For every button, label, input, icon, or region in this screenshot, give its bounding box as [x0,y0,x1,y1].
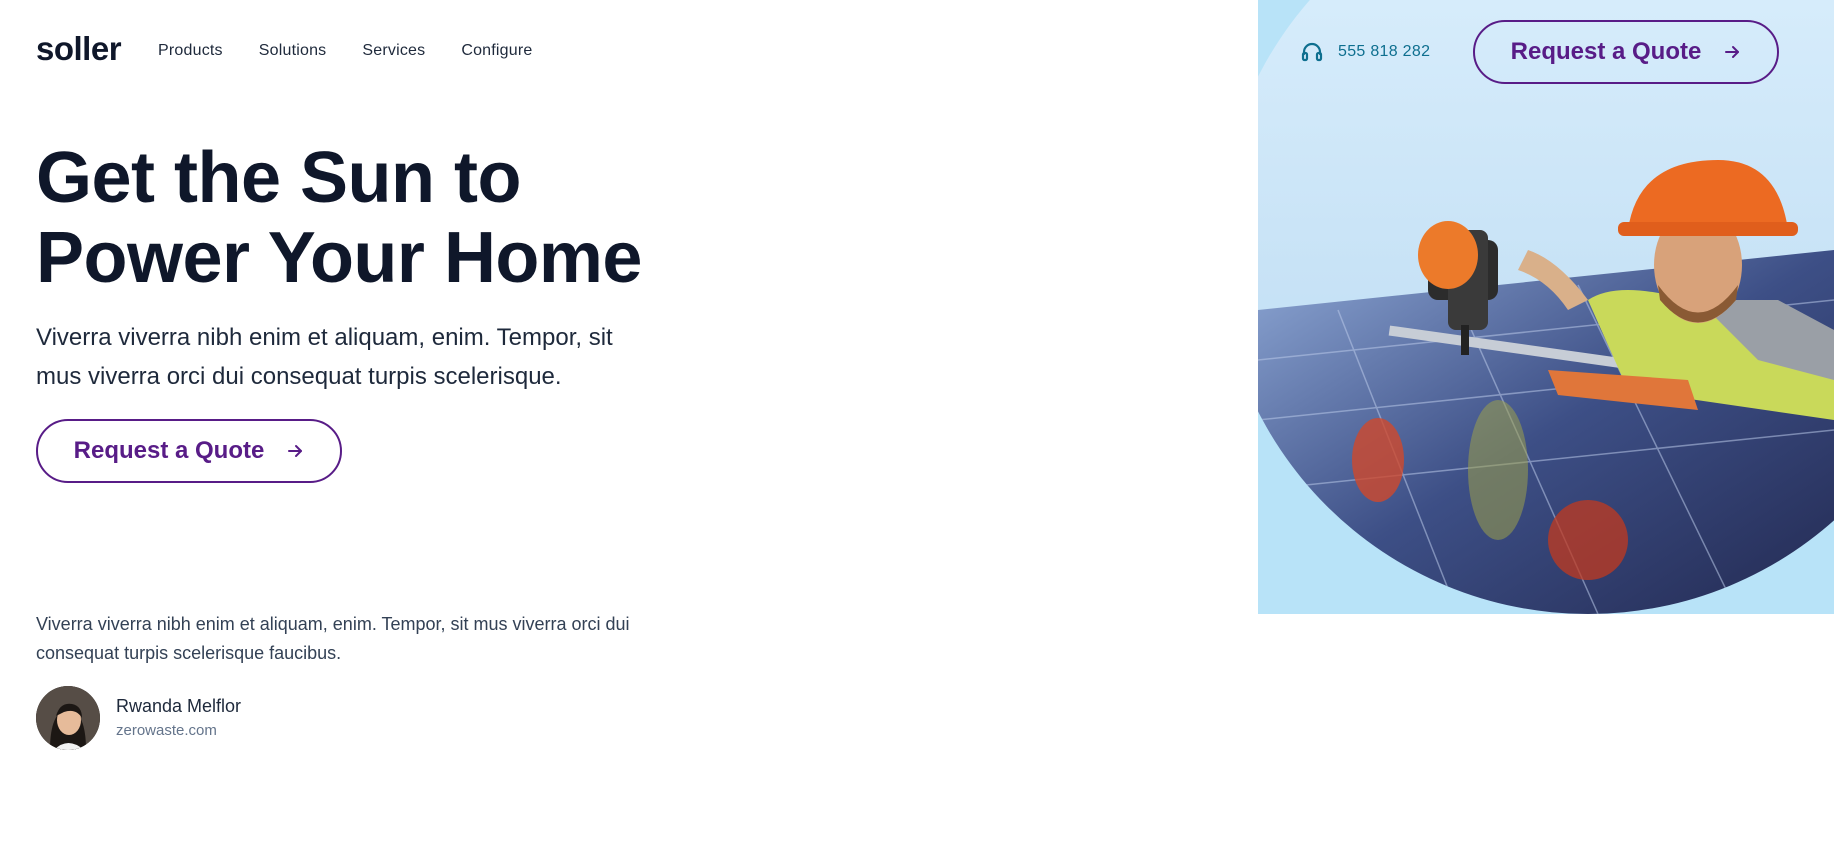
headset-icon [1301,42,1323,62]
testimonial-quote: Viverra viverra nibh enim et aliquam, en… [36,614,630,663]
logo[interactable]: soller [36,30,122,68]
phone-number: 555 818 282 [1338,43,1431,60]
header-request-quote-button[interactable]: Request a Quote [1473,20,1779,84]
hero-request-quote-label: Request a Quote [73,437,265,464]
author-site[interactable]: zerowaste.com [116,720,241,742]
phone-link[interactable]: 555 818 282 [1300,40,1430,64]
nav-configure[interactable]: Configure [461,42,532,60]
arrow-right-icon [288,445,303,457]
main-nav: Products Solutions Services Configure [158,42,533,60]
nav-services[interactable]: Services [362,42,425,60]
hero-subtext: Viverra viverra nibh enim et aliquam, en… [36,324,613,390]
hero-image-panel [1258,0,1834,614]
hero-headline-line2: Power Your Home [36,218,642,298]
hero-request-quote-button[interactable]: Request a Quote [36,419,342,483]
testimonial-author: Rwanda Melflor zerowaste.com [36,686,241,750]
nav-solutions[interactable]: Solutions [259,42,327,60]
hero-headline: Get the Sun to Power Your Home [36,138,736,298]
author-name: Rwanda Melflor [116,696,242,716]
avatar [36,686,100,750]
solar-installer-image [1258,0,1834,614]
hero-headline-line1: Get the Sun to [36,138,521,218]
arrow-right-icon [1725,46,1740,58]
nav-products[interactable]: Products [158,42,223,60]
author-details: Rwanda Melflor zerowaste.com [116,694,241,742]
author-photo [36,686,100,750]
header-request-quote-label: Request a Quote [1510,38,1702,65]
